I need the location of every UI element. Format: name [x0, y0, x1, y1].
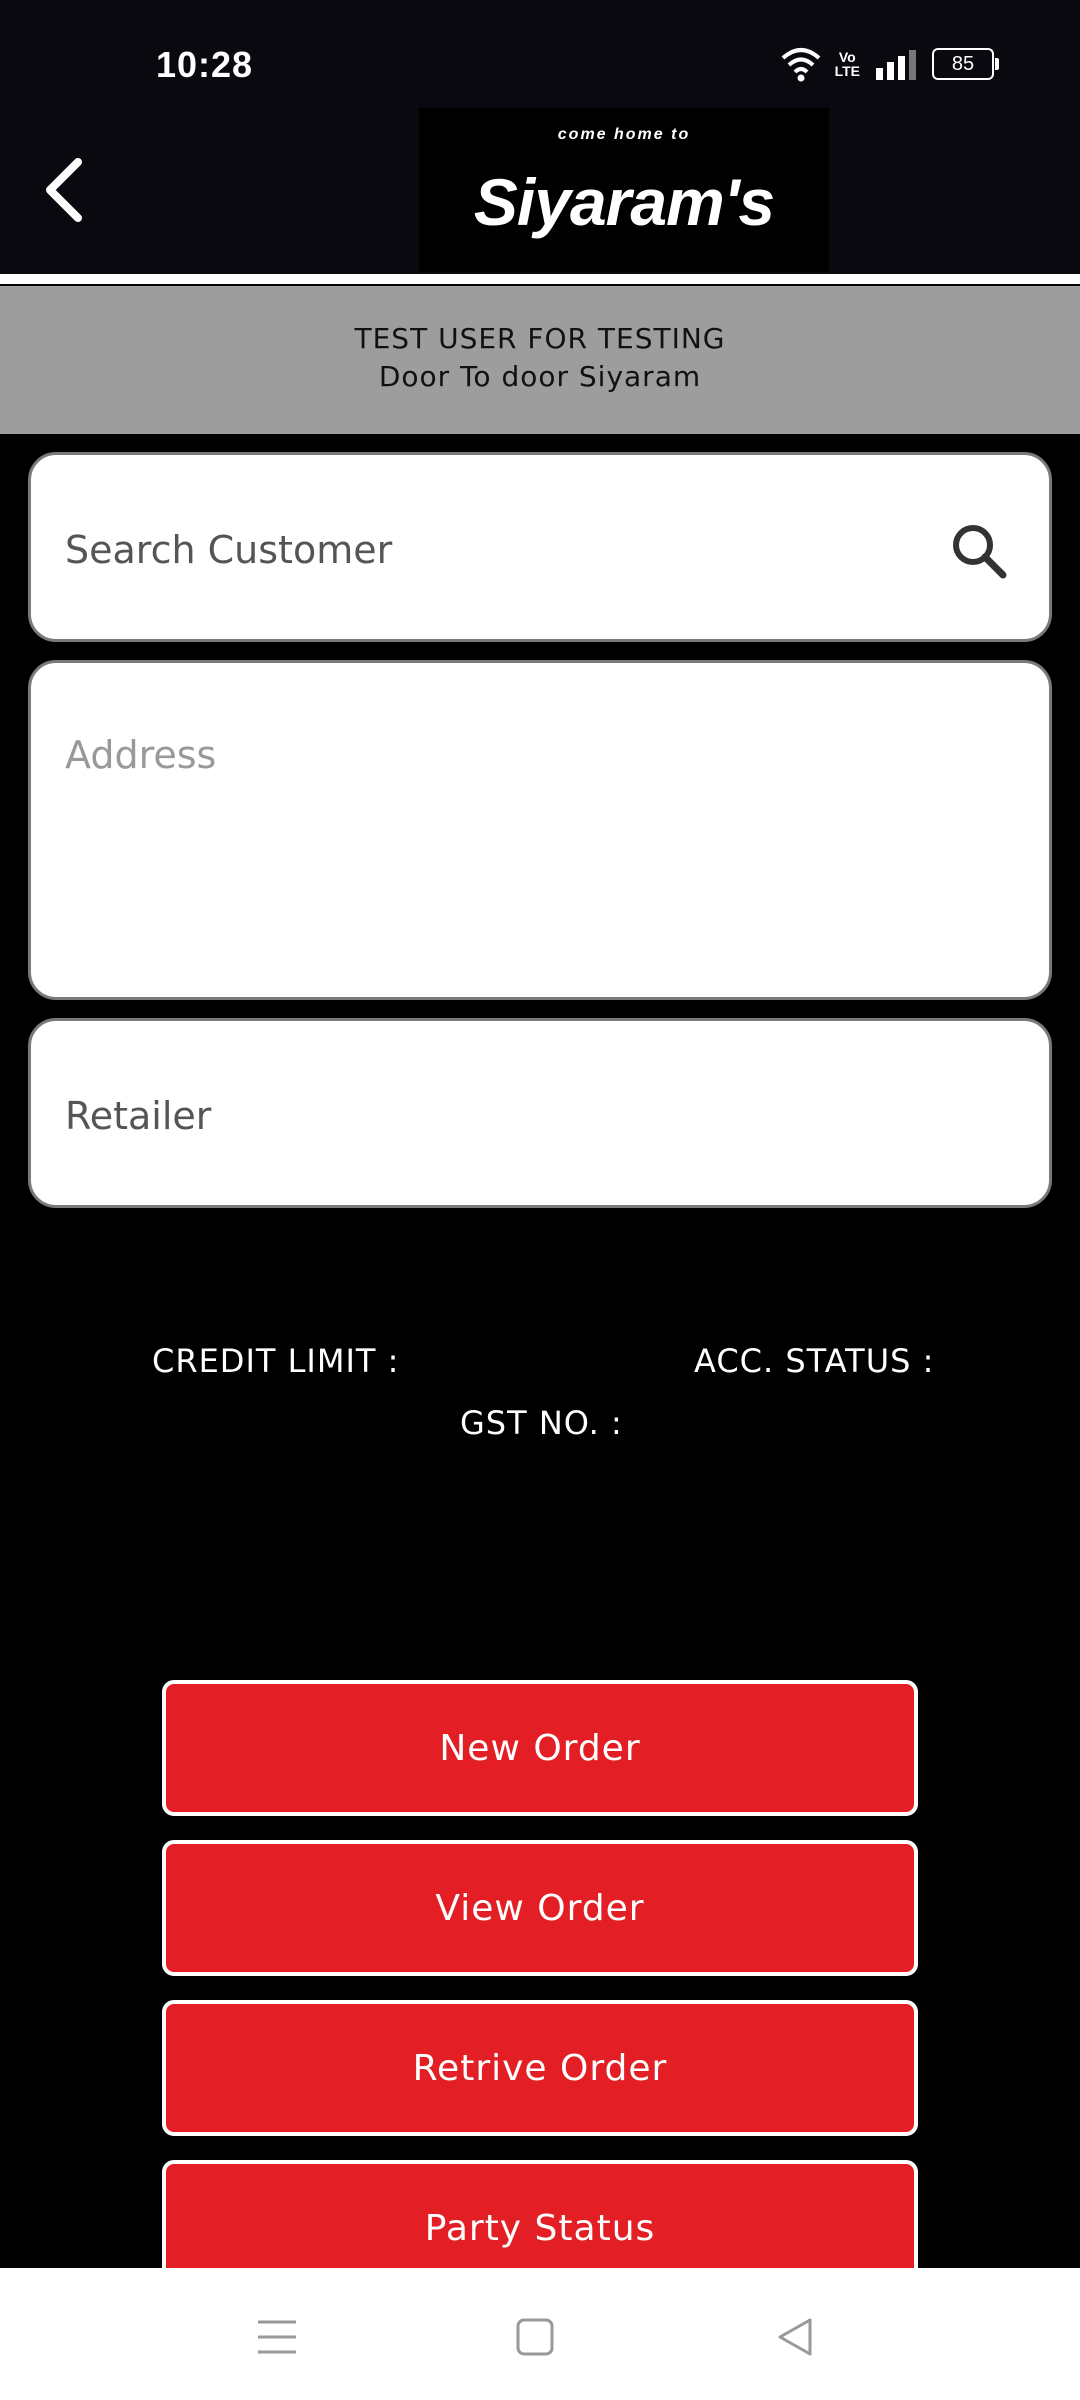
search-customer-box[interactable]: [28, 452, 1052, 642]
wifi-icon: [781, 48, 820, 82]
volte-icon: Vo LTE: [835, 50, 860, 78]
retailer-box[interactable]: [28, 1018, 1052, 1208]
user-name: TEST USER FOR TESTING: [354, 322, 726, 355]
address-box[interactable]: [28, 660, 1052, 1000]
signal-icon: [876, 50, 916, 80]
gst-no-label: GST NO. :: [460, 1404, 623, 1442]
acc-status-label: ACC. STATUS :: [694, 1342, 935, 1380]
menu-icon[interactable]: [252, 2312, 302, 2362]
credit-limit-label: CREDIT LIMIT :: [152, 1342, 400, 1380]
search-customer-input[interactable]: [65, 525, 935, 575]
home-icon[interactable]: [510, 2312, 560, 2362]
view-order-button[interactable]: View Order: [162, 1840, 918, 1976]
brand-logo: come home to Siyaram's: [419, 108, 829, 272]
system-nav-bar: [0, 2268, 1080, 2400]
search-icon[interactable]: [947, 519, 1011, 583]
back-button[interactable]: [40, 150, 90, 230]
volte-bottom-label: LTE: [834, 63, 860, 79]
retrieve-order-button[interactable]: Retrive Order: [162, 2000, 918, 2136]
user-subtitle: Door To door Siyaram: [378, 360, 702, 393]
back-triangle-icon[interactable]: [770, 2312, 820, 2362]
chevron-left-icon: [46, 158, 82, 222]
status-time: 10:28: [156, 44, 254, 85]
volte-top-label: Vo: [838, 49, 856, 65]
header-divider: [0, 274, 1080, 284]
new-order-button[interactable]: New Order: [162, 1680, 918, 1816]
logo-brand-text: Siyaram's: [473, 165, 775, 239]
address-field[interactable]: [65, 733, 1015, 973]
retailer-field[interactable]: [65, 1091, 1015, 1141]
battery-icon: 85: [932, 48, 999, 80]
logo-tagline: come home to: [557, 126, 691, 143]
user-info-bar: TEST USER FOR TESTING Door To door Siyar…: [0, 286, 1080, 434]
logo-brand: Siyaram's: [419, 164, 829, 240]
status-icons: Vo LTE 85: [781, 44, 999, 84]
battery-level: 85: [951, 52, 975, 75]
